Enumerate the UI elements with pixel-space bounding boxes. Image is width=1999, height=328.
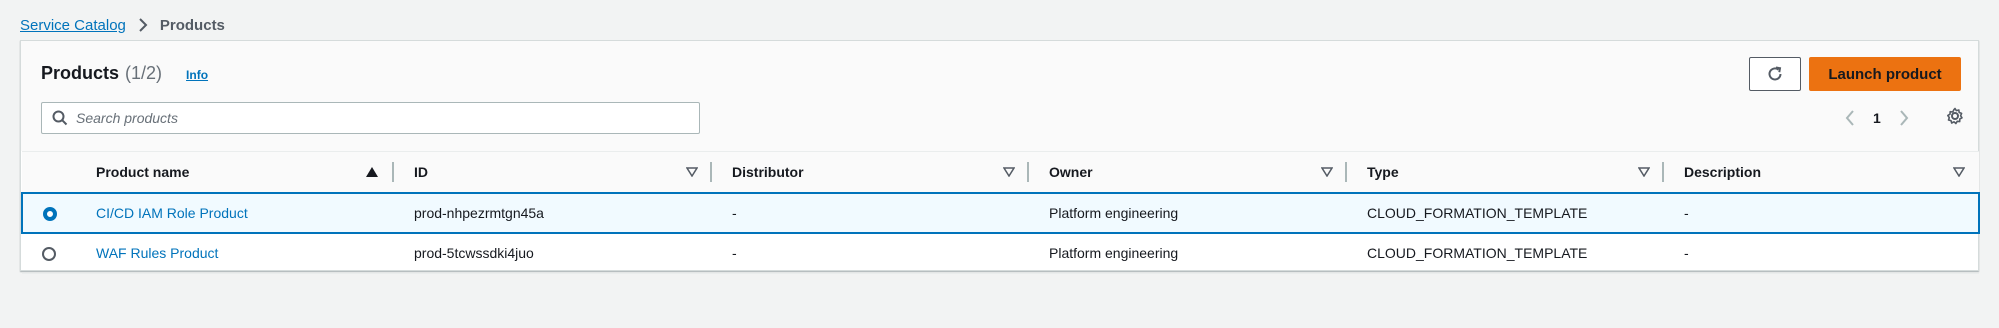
column-header-distributor[interactable]: Distributor: [712, 151, 1029, 194]
sort-icon: [686, 167, 698, 177]
column-label: Distributor: [732, 164, 804, 180]
breadcrumb-service-catalog-link[interactable]: Service Catalog: [20, 17, 126, 34]
sort-icon: [1321, 167, 1333, 177]
row-select-cell: [22, 233, 76, 274]
panel-header: Products (1/2) Info Launch product Searc…: [21, 41, 1978, 151]
breadcrumb: Service Catalog Products: [20, 14, 225, 36]
row-select-cell: [21, 192, 76, 234]
cell-product-name: WAF Rules Product: [76, 233, 394, 274]
column-header-description[interactable]: Description: [1664, 151, 1979, 194]
table-header-row: Product name ID Distributor Owner Type D…: [22, 151, 1979, 194]
column-header-product-name[interactable]: Product name: [76, 151, 394, 194]
product-link[interactable]: WAF Rules Product: [96, 245, 218, 261]
launch-product-button[interactable]: Launch product: [1809, 57, 1961, 91]
cell-owner: Platform engineering: [1029, 233, 1347, 274]
column-header-type[interactable]: Type: [1347, 151, 1664, 194]
chevron-left-icon[interactable]: [1841, 109, 1859, 127]
cell-id: prod-5tcwssdki4juo: [394, 233, 712, 274]
table-row[interactable]: WAF Rules Product prod-5tcwssdki4juo - P…: [22, 233, 1979, 274]
search-icon: [52, 110, 68, 126]
sort-ascending-icon: [366, 167, 378, 177]
select-column-header: [22, 151, 76, 194]
row-radio[interactable]: [42, 207, 57, 222]
chevron-right-icon[interactable]: [1895, 109, 1913, 127]
selection-count: (1/2): [125, 63, 163, 83]
preferences-button[interactable]: [1945, 106, 1965, 126]
table-row[interactable]: CI/CD IAM Role Product prod-nhpezrmtgn45…: [21, 192, 1980, 234]
cell-description: -: [1664, 233, 1979, 274]
cell-id: prod-nhpezrmtgn45a: [394, 192, 712, 234]
chevron-right-icon: [138, 18, 148, 32]
column-label: Product name: [96, 164, 190, 180]
title-row: Products (1/2) Info: [41, 63, 208, 84]
column-header-owner[interactable]: Owner: [1029, 151, 1347, 194]
sort-icon: [1638, 167, 1650, 177]
cell-owner: Platform engineering: [1029, 192, 1347, 234]
page-title: Products: [41, 63, 120, 83]
column-header-id[interactable]: ID: [394, 151, 712, 194]
cell-type: CLOUD_FORMATION_TEMPLATE: [1347, 192, 1664, 234]
cell-product-name: CI/CD IAM Role Product: [76, 192, 394, 234]
products-table: Product name ID Distributor Owner Type D…: [21, 151, 1980, 274]
cell-description: -: [1664, 192, 1980, 234]
cell-distributor: -: [712, 192, 1029, 234]
products-panel: Products (1/2) Info Launch product Searc…: [20, 40, 1980, 274]
page-number[interactable]: 1: [1873, 110, 1881, 126]
product-link[interactable]: CI/CD IAM Role Product: [96, 205, 248, 221]
column-label: Owner: [1049, 164, 1093, 180]
row-radio[interactable]: [42, 247, 56, 262]
pagination: 1: [1841, 105, 1913, 131]
search-box: [41, 102, 700, 134]
gear-icon: [1946, 107, 1964, 125]
column-label: ID: [414, 164, 428, 180]
cell-distributor: -: [712, 233, 1029, 274]
sort-icon: [1003, 167, 1015, 177]
breadcrumb-current: Products: [159, 16, 225, 34]
search-input[interactable]: [76, 110, 676, 126]
info-link[interactable]: Info: [186, 68, 208, 82]
sort-icon: [1953, 167, 1965, 177]
column-label: Type: [1367, 164, 1399, 180]
cell-type: CLOUD_FORMATION_TEMPLATE: [1347, 233, 1664, 274]
column-label: Description: [1684, 164, 1762, 180]
refresh-icon: [1766, 65, 1784, 83]
refresh-button[interactable]: [1749, 57, 1801, 91]
